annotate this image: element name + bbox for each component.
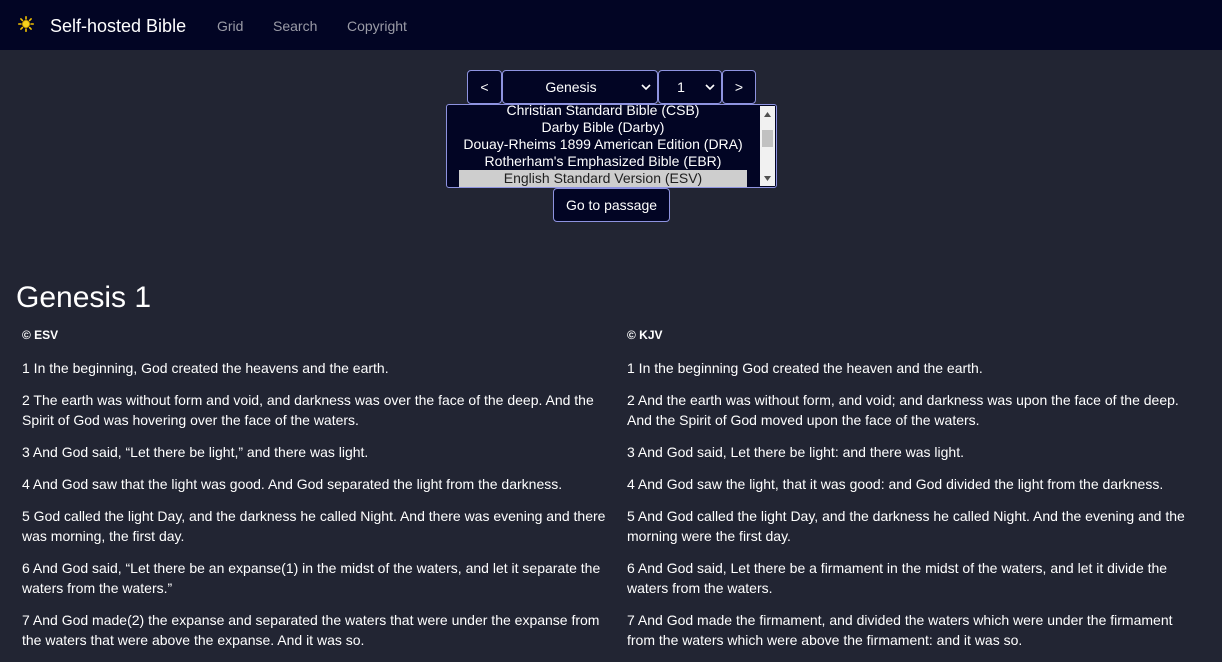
nav-link-grid[interactable]: Grid <box>217 17 243 35</box>
version-option[interactable]: Darby Bible (Darby) <box>459 119 747 136</box>
previous-chapter-button[interactable]: < <box>467 70 502 104</box>
chapter-select-value: 1 <box>677 79 685 95</box>
verse: 4 And God saw the light, that it was goo… <box>627 476 1164 492</box>
listbox-scrollbar[interactable] <box>760 106 775 186</box>
verse: 6 And God said, Let there be a firmament… <box>627 560 1168 596</box>
verse: 3 And God said, “Let there be light,” an… <box>22 444 369 460</box>
verse: 2 The earth was without form and void, a… <box>22 392 594 428</box>
book-select-value: Genesis <box>545 79 597 95</box>
next-chapter-button[interactable]: > <box>722 70 756 104</box>
version-option[interactable]: Douay-Rheims 1899 American Edition (DRA) <box>459 136 747 153</box>
scroll-down-icon[interactable] <box>764 176 771 181</box>
verse: 3 And God said, Let there be light: and … <box>627 444 964 460</box>
verse: 5 God called the light Day, and the dark… <box>22 508 606 544</box>
sun-icon <box>18 16 34 32</box>
chevron-down-icon <box>641 84 651 91</box>
verse: 4 And God saw that the light was good. A… <box>22 476 563 492</box>
version-option[interactable]: Christian Standard Bible (CSB) <box>459 105 747 119</box>
version-option[interactable]: Rotherham's Emphasized Bible (EBR) <box>459 153 747 170</box>
version-option-selected[interactable]: English Standard Version (ESV) <box>459 170 747 187</box>
navbar: Self-hosted Bible Grid Search Copyright <box>0 0 1222 50</box>
go-to-passage-button[interactable]: Go to passage <box>553 188 670 222</box>
version-label: © ESV <box>22 328 59 342</box>
verse: 2 And the earth was without form, and vo… <box>627 392 1179 428</box>
scroll-up-icon[interactable] <box>764 112 771 117</box>
verse: 7 And God made the firmament, and divide… <box>627 612 1173 648</box>
brand-link[interactable]: Self-hosted Bible <box>50 15 186 37</box>
scroll-thumb[interactable] <box>762 130 773 147</box>
chevron-down-icon <box>705 84 715 91</box>
verse: 5 And God called the light Day, and the … <box>627 508 1185 544</box>
version-listbox[interactable]: Christian Standard Bible (CSB) Darby Bib… <box>446 104 777 188</box>
verse: 1 In the beginning God created the heave… <box>627 360 983 376</box>
chapter-select[interactable]: 1 <box>658 70 722 104</box>
esv-column: © ESV 1 In the beginning, God created th… <box>22 326 612 662</box>
page-title: Genesis 1 <box>16 281 152 314</box>
book-select[interactable]: Genesis <box>502 70 658 104</box>
nav-link-copyright[interactable]: Copyright <box>347 17 407 35</box>
verse: 6 And God said, “Let there be an expanse… <box>22 560 601 596</box>
verse: 1 In the beginning, God created the heav… <box>22 360 389 376</box>
version-label: © KJV <box>627 328 663 342</box>
kjv-column: © KJV 1 In the beginning God created the… <box>627 326 1197 662</box>
verse: 7 And God made(2) the expanse and separa… <box>22 612 600 648</box>
nav-link-search[interactable]: Search <box>273 17 317 35</box>
